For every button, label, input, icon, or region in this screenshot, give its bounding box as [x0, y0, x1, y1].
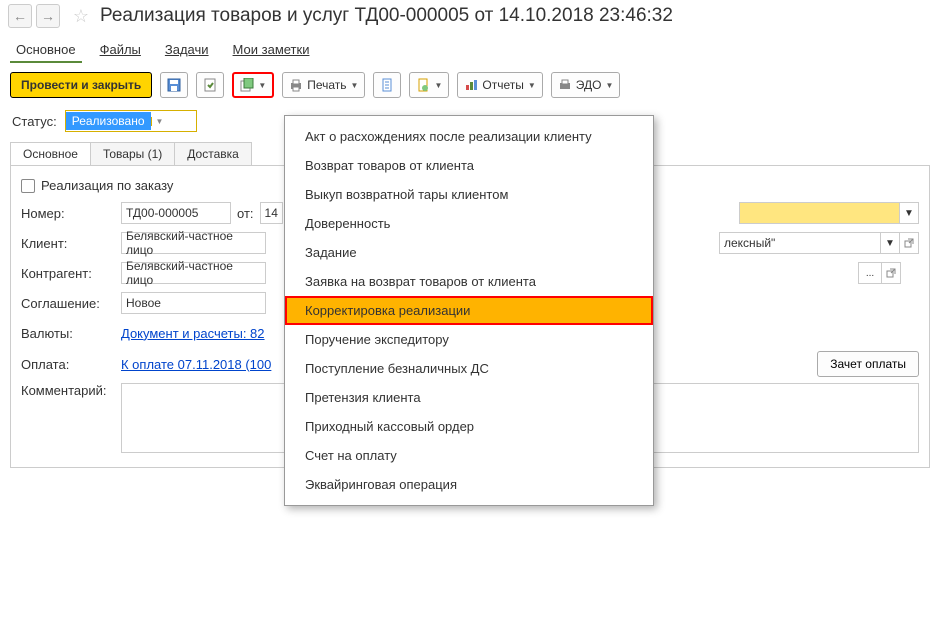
counterparty-label: Контрагент: — [21, 266, 121, 281]
menu-item[interactable]: Счет на оплату — [285, 441, 653, 470]
status-value: Реализовано — [66, 112, 151, 130]
document-button[interactable] — [373, 72, 401, 98]
external-link-icon — [886, 268, 896, 278]
payment-label: Оплата: — [21, 357, 121, 372]
inner-tab-delivery[interactable]: Доставка — [174, 142, 252, 165]
status-label: Статус: — [12, 114, 57, 129]
currency-link[interactable]: Документ и расчеты: 82 — [121, 326, 265, 341]
payment-offset-button[interactable]: Зачет оплаты — [817, 351, 919, 377]
by-order-label: Реализация по заказу — [41, 178, 173, 193]
menu-item[interactable]: Доверенность — [285, 209, 653, 238]
right-yellow-field[interactable] — [739, 202, 900, 224]
menu-item[interactable]: Возврат товаров от клиента — [285, 151, 653, 180]
menu-item[interactable]: Поручение экспедитору — [285, 325, 653, 354]
date-field[interactable]: 14 — [260, 202, 283, 224]
open-button[interactable] — [899, 232, 919, 254]
nav-back-button[interactable]: ← — [8, 4, 32, 28]
from-label: от: — [237, 206, 254, 221]
edo-button[interactable]: ЭДО ▼ — [551, 72, 621, 98]
menu-item[interactable]: Заявка на возврат товаров от клиента — [285, 267, 653, 296]
menu-item[interactable]: Выкуп возвратной тары клиентом — [285, 180, 653, 209]
menu-item[interactable]: Претензия клиента — [285, 383, 653, 412]
warehouse-field[interactable]: лексный" — [719, 232, 881, 254]
nav-forward-button[interactable]: → — [36, 4, 60, 28]
chevron-down-icon: ▼ — [434, 81, 442, 90]
menu-item[interactable]: Поступление безналичных ДС — [285, 354, 653, 383]
edo-label: ЭДО — [576, 78, 602, 92]
menu-item[interactable]: Акт о расхождениях после реализации клие… — [285, 122, 653, 151]
client-field[interactable]: Белявский-частное лицо — [121, 232, 266, 254]
page-title: Реализация товаров и услуг ТД00-000005 о… — [100, 5, 673, 27]
reports-label: Отчеты — [482, 78, 523, 92]
ellipsis-button[interactable]: ... — [858, 262, 882, 284]
dropdown-button[interactable]: ▼ — [899, 202, 919, 224]
tab-files[interactable]: Файлы — [94, 38, 147, 63]
agreement-field[interactable]: Новое — [121, 292, 266, 314]
tab-main[interactable]: Основное — [10, 38, 82, 63]
chevron-down-icon: ▼ — [605, 81, 613, 90]
tab-notes[interactable]: Мои заметки — [227, 38, 316, 63]
inner-tab-goods[interactable]: Товары (1) — [90, 142, 175, 165]
chevron-down-icon: ▼ — [528, 81, 536, 90]
chevron-down-icon: ▼ — [258, 81, 266, 90]
print-button[interactable]: Печать ▼ — [282, 72, 365, 98]
chevron-down-icon: ▼ — [151, 117, 196, 126]
menu-item-selected[interactable]: Корректировка реализации — [285, 296, 653, 325]
dropdown-button[interactable]: ▼ — [880, 232, 900, 254]
favorite-star-icon[interactable]: ☆ — [70, 5, 92, 27]
create-based-on-menu: Акт о расхождениях после реализации клие… — [284, 115, 654, 506]
agreement-label: Соглашение: — [21, 296, 121, 311]
external-link-icon — [904, 238, 914, 248]
by-order-checkbox[interactable] — [21, 179, 35, 193]
reports-button[interactable]: Отчеты ▼ — [457, 72, 542, 98]
payment-link[interactable]: К оплате 07.11.2018 (100 — [121, 357, 271, 372]
comment-label: Комментарий: — [21, 383, 121, 398]
open-button[interactable] — [881, 262, 901, 284]
menu-item[interactable]: Эквайринговая операция — [285, 470, 653, 499]
tab-tasks[interactable]: Задачи — [159, 38, 215, 63]
inner-tab-main[interactable]: Основное — [10, 142, 91, 165]
client-label: Клиент: — [21, 236, 121, 251]
counterparty-field[interactable]: Белявский-частное лицо — [121, 262, 266, 284]
save-button[interactable] — [160, 72, 188, 98]
number-label: Номер: — [21, 206, 121, 221]
menu-item[interactable]: Приходный кассовый ордер — [285, 412, 653, 441]
chevron-down-icon: ▼ — [351, 81, 359, 90]
print-label: Печать — [307, 78, 346, 92]
post-and-close-button[interactable]: Провести и закрыть — [10, 72, 152, 98]
menu-item[interactable]: Задание — [285, 238, 653, 267]
status-select[interactable]: Реализовано ▼ — [65, 110, 197, 132]
post-button[interactable] — [196, 72, 224, 98]
number-field[interactable]: ТД00-000005 — [121, 202, 231, 224]
create-based-on-button[interactable]: ▼ — [232, 72, 274, 98]
attach-button[interactable]: ▼ — [409, 72, 449, 98]
currency-label: Валюты: — [21, 326, 121, 341]
